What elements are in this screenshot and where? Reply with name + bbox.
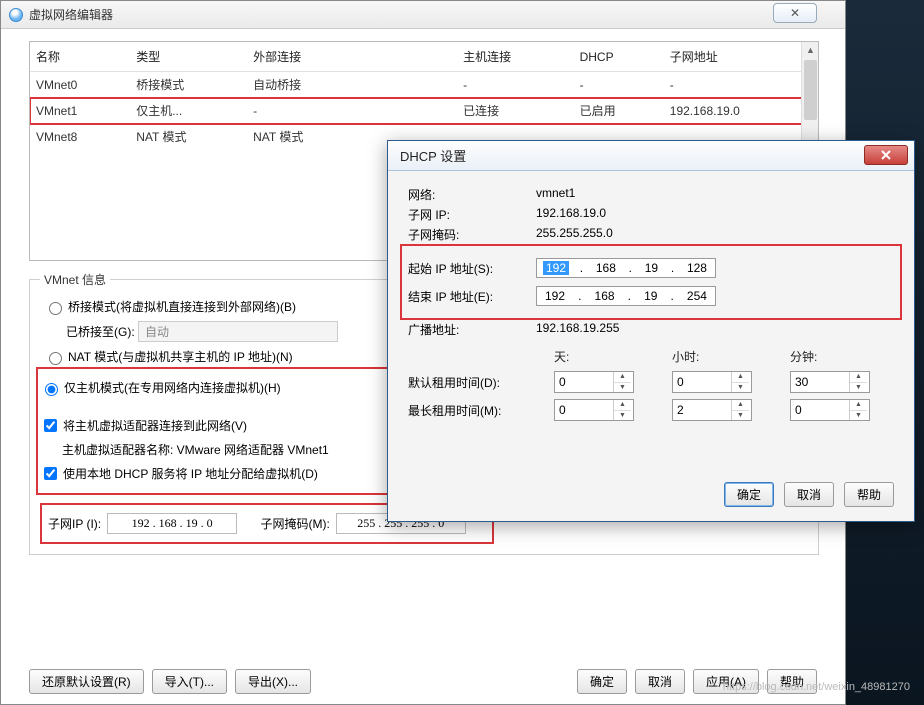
ip-range-group: 起始 IP 地址(S): 192. 168. 19. 128 结束 IP 地址(… xyxy=(402,246,900,318)
start-ip-label: 起始 IP 地址(S): xyxy=(408,260,536,277)
chevron-up-icon[interactable]: ▲ xyxy=(732,400,749,411)
radio-hostonly-label: 仅主机模式(在专用网络内连接虚拟机)(H) xyxy=(64,379,281,396)
chevron-up-icon[interactable]: ▲ xyxy=(614,400,631,411)
editor-button-row: 还原默认设置(R) 导入(T)... 导出(X)... 确定 取消 应用(A) … xyxy=(29,669,817,694)
globe-icon xyxy=(9,8,23,22)
lease-hours-header: 小时: xyxy=(672,348,772,365)
col-external[interactable]: 外部连接 xyxy=(247,42,457,72)
default-minutes-stepper[interactable]: ▲▼ xyxy=(790,371,870,393)
network-value: vmnet1 xyxy=(536,186,575,203)
col-host[interactable]: 主机连接 xyxy=(457,42,573,72)
editor-title: 虚拟网络编辑器 xyxy=(29,6,113,23)
end-ip-label: 结束 IP 地址(E): xyxy=(408,288,536,305)
close-icon xyxy=(880,149,892,161)
chk-connect-adapter[interactable] xyxy=(44,419,57,432)
subnet-ip-label: 子网 IP: xyxy=(408,206,536,223)
chk-use-dhcp[interactable] xyxy=(44,467,57,480)
dhcp-cancel-button[interactable]: 取消 xyxy=(784,482,834,507)
ok-button[interactable]: 确定 xyxy=(577,669,627,694)
dhcp-ok-button[interactable]: 确定 xyxy=(724,482,774,507)
cancel-button[interactable]: 取消 xyxy=(635,669,685,694)
chevron-down-icon[interactable]: ▼ xyxy=(732,383,749,393)
chevron-down-icon[interactable]: ▼ xyxy=(614,411,631,421)
editor-titlebar: 虚拟网络编辑器 ✕ xyxy=(1,1,845,29)
col-type[interactable]: 类型 xyxy=(130,42,247,72)
dhcp-help-button[interactable]: 帮助 xyxy=(844,482,894,507)
chk-dhcp-label: 使用本地 DHCP 服务将 IP 地址分配给虚拟机(D) xyxy=(63,465,318,482)
dhcp-button-row: 确定 取消 帮助 xyxy=(724,482,894,507)
watermark: https://blog.csdn.net/weixin_48981270 xyxy=(723,681,910,693)
end-ip-input[interactable]: 192. 168. 19. 254 xyxy=(536,286,716,306)
lease-minutes-header: 分钟: xyxy=(790,348,890,365)
subnet-mask-value: 255.255.255.0 xyxy=(536,226,613,243)
dhcp-title: DHCP 设置 xyxy=(400,146,466,165)
lease-days-header: 天: xyxy=(554,348,654,365)
start-ip-input[interactable]: 192. 168. 19. 128 xyxy=(536,258,716,278)
radio-nat[interactable] xyxy=(49,352,62,365)
table-row-selected[interactable]: VMnet1 仅主机... - 已连接 已启用 192.168.19.0 xyxy=(30,98,818,124)
vmnet-info-title: VMnet 信息 xyxy=(40,271,110,288)
max-lease-label: 最长租用时间(M): xyxy=(408,402,536,419)
radio-nat-label: NAT 模式(与虚拟机共享主机的 IP 地址)(N) xyxy=(68,348,293,365)
chevron-up-icon[interactable]: ▲ xyxy=(850,400,867,411)
network-table: 名称 类型 外部连接 主机连接 DHCP 子网地址 VMnet0 桥接模式 自动… xyxy=(30,42,818,150)
dhcp-titlebar: DHCP 设置 xyxy=(388,141,914,171)
broadcast-label: 广播地址: xyxy=(408,321,536,338)
subnet-ip-label: 子网IP (I): xyxy=(48,515,101,532)
chevron-down-icon[interactable]: ▼ xyxy=(850,411,867,421)
restore-defaults-button[interactable]: 还原默认设置(R) xyxy=(29,669,144,694)
scroll-up-icon[interactable]: ▲ xyxy=(805,45,816,56)
chevron-up-icon[interactable]: ▲ xyxy=(732,372,749,383)
bridge-to-select[interactable]: 自动 xyxy=(138,321,338,342)
col-subnet[interactable]: 子网地址 xyxy=(664,42,818,72)
max-minutes-stepper[interactable]: ▲▼ xyxy=(790,399,870,421)
default-lease-label: 默认租用时间(D): xyxy=(408,374,536,391)
table-row[interactable]: VMnet0 桥接模式 自动桥接 - - - xyxy=(30,72,818,98)
dhcp-settings-dialog: DHCP 设置 网络:vmnet1 子网 IP:192.168.19.0 子网掩… xyxy=(387,140,915,522)
subnet-mask-label: 子网掩码: xyxy=(408,226,536,243)
chevron-up-icon[interactable]: ▲ xyxy=(850,372,867,383)
radio-hostonly[interactable] xyxy=(45,383,58,396)
chevron-down-icon[interactable]: ▼ xyxy=(850,383,867,393)
lease-grid: 天: 小时: 分钟: 默认租用时间(D): ▲▼ ▲▼ ▲▼ 最长租用时间(M)… xyxy=(408,348,894,421)
radio-bridge[interactable] xyxy=(49,302,62,315)
radio-bridge-label: 桥接模式(将虚拟机直接连接到外部网络)(B) xyxy=(68,298,296,315)
max-hours-stepper[interactable]: ▲▼ xyxy=(672,399,752,421)
broadcast-value: 192.168.19.255 xyxy=(536,321,619,338)
max-days-stepper[interactable]: ▲▼ xyxy=(554,399,634,421)
editor-close-button[interactable]: ✕ xyxy=(773,3,817,23)
network-label: 网络: xyxy=(408,186,536,203)
chevron-down-icon[interactable]: ▼ xyxy=(732,411,749,421)
chk-connect-label: 将主机虚拟适配器连接到此网络(V) xyxy=(63,417,247,434)
scroll-thumb[interactable] xyxy=(804,60,817,120)
subnet-mask-label: 子网掩码(M): xyxy=(260,515,329,532)
default-days-stepper[interactable]: ▲▼ xyxy=(554,371,634,393)
chevron-up-icon[interactable]: ▲ xyxy=(614,372,631,383)
export-button[interactable]: 导出(X)... xyxy=(235,669,311,694)
col-dhcp[interactable]: DHCP xyxy=(574,42,664,72)
dhcp-body: 网络:vmnet1 子网 IP:192.168.19.0 子网掩码:255.25… xyxy=(388,171,914,433)
dhcp-close-button[interactable] xyxy=(864,145,908,165)
chevron-down-icon[interactable]: ▼ xyxy=(614,383,631,393)
subnet-ip-value: 192.168.19.0 xyxy=(536,206,606,223)
default-hours-stepper[interactable]: ▲▼ xyxy=(672,371,752,393)
bridge-to-label: 已桥接至(G): xyxy=(66,325,135,339)
subnet-ip-input[interactable]: 192 . 168 . 19 . 0 xyxy=(107,513,237,534)
import-button[interactable]: 导入(T)... xyxy=(152,669,227,694)
col-name[interactable]: 名称 xyxy=(30,42,130,72)
